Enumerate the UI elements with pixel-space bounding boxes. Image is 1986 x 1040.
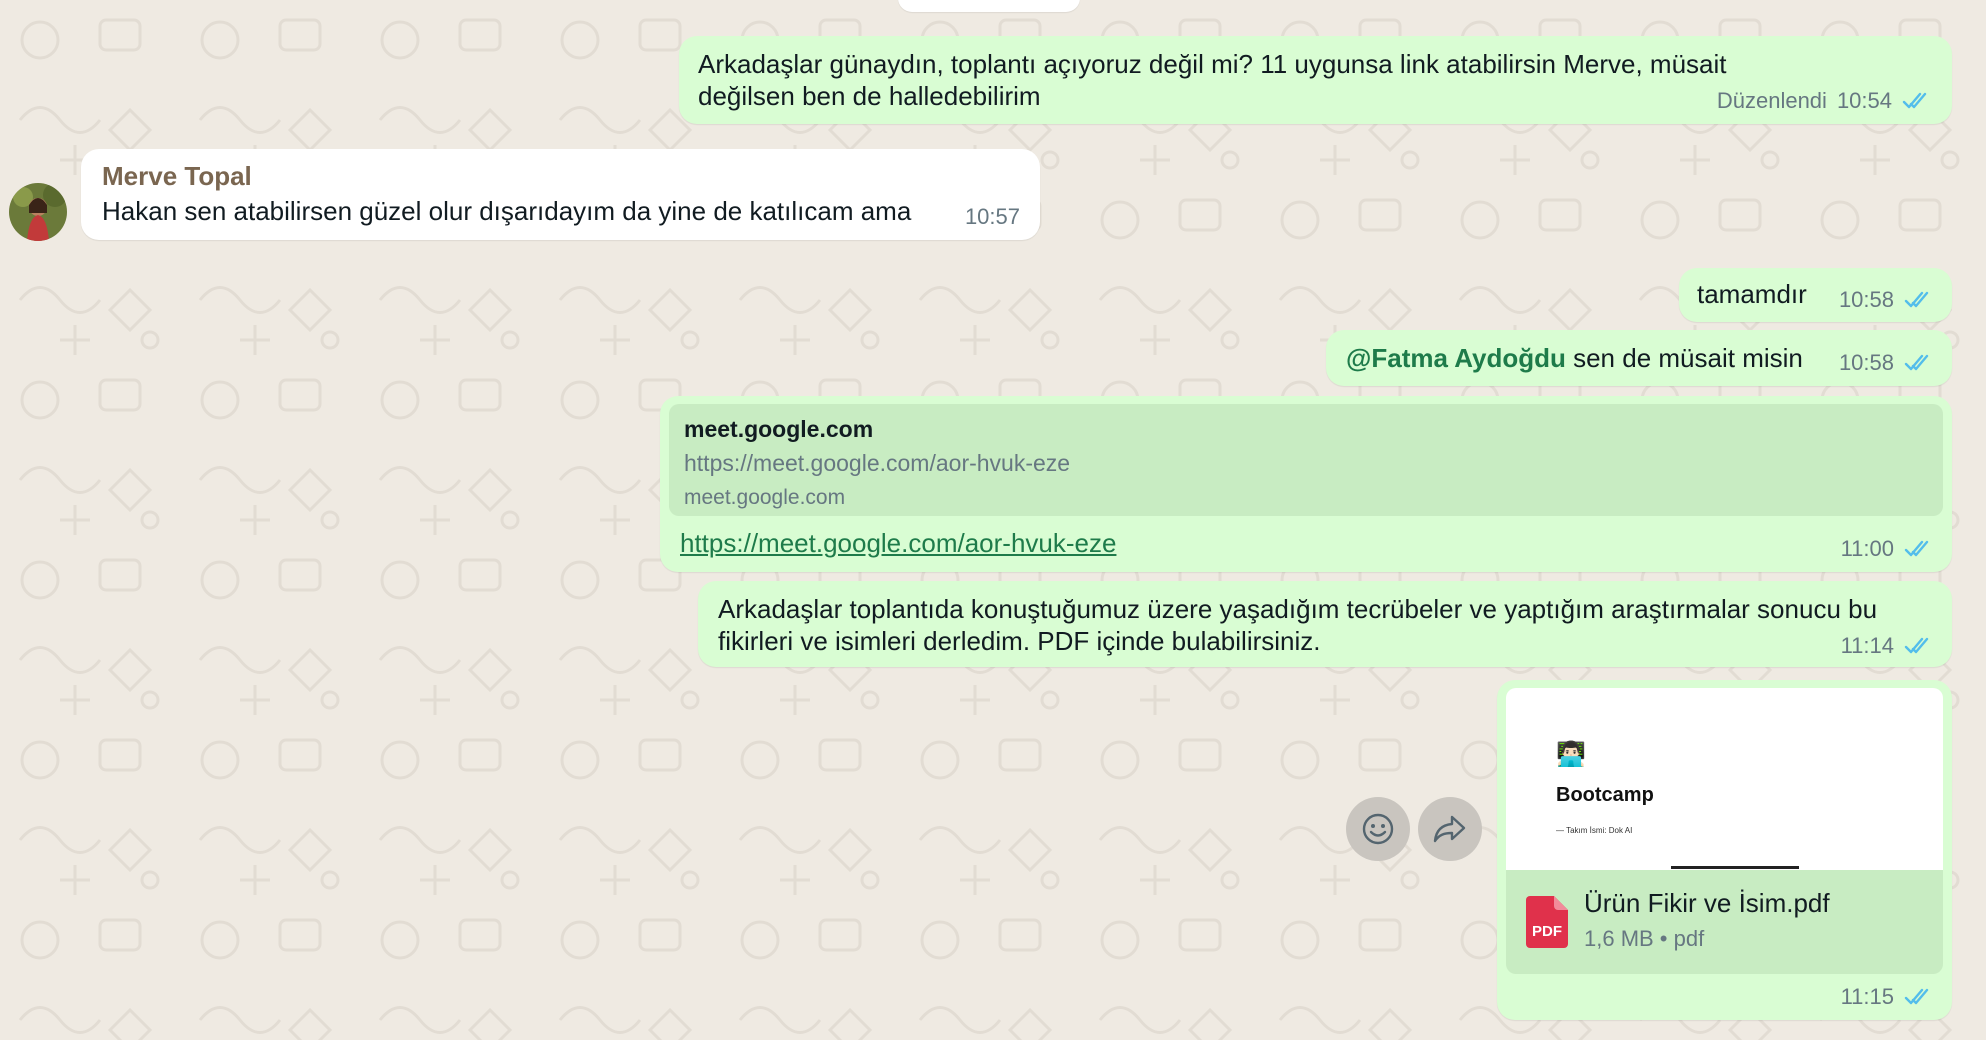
- link-preview-title: meet.google.com: [684, 416, 874, 442]
- message-time: 11:15: [1840, 984, 1894, 1009]
- laptop-person-emoji: 👨🏻‍💻: [1556, 741, 1586, 768]
- react-button[interactable]: [1346, 797, 1410, 861]
- sender-avatar[interactable]: [9, 183, 67, 241]
- document-file-row[interactable]: PDF Ürün Fikir ve İsim.pdf 1,6 MB • pdf: [1506, 870, 1943, 974]
- link-preview[interactable]: meet.google.com https://meet.google.com/…: [669, 404, 1943, 516]
- avatar-image: [9, 183, 67, 241]
- document-preview[interactable]: 👨🏻‍💻 Bootcamp — Takım İsmi: Dok AI: [1506, 688, 1943, 870]
- outgoing-link-message[interactable]: meet.google.com https://meet.google.com/…: [660, 396, 1952, 572]
- outgoing-message[interactable]: tamamdır 10:58: [1679, 268, 1952, 322]
- message-meta: 10:58: [1839, 350, 1934, 376]
- message-time: 10:58: [1838, 287, 1894, 312]
- pdf-icon-label: PDF: [1532, 923, 1562, 940]
- message-link[interactable]: https://meet.google.com/aor-hvuk-eze: [680, 528, 1116, 559]
- sender-name[interactable]: Merve Topal: [102, 161, 252, 192]
- link-preview-url: https://meet.google.com/aor-hvuk-eze: [684, 450, 1071, 476]
- double-check-icon: [1904, 637, 1929, 654]
- edited-label: Düzenlendi: [1716, 88, 1827, 113]
- message-meta: Düzenlendi 10:54: [1717, 88, 1932, 114]
- pdf-file-icon: PDF: [1526, 896, 1568, 948]
- outgoing-message[interactable]: Arkadaşlar toplantıda konuştuğumuz üzere…: [698, 581, 1952, 667]
- outgoing-message[interactable]: Arkadaşlar günaydın, toplantı açıyoruz d…: [679, 36, 1952, 124]
- double-check-icon: [1904, 354, 1929, 371]
- link-preview-domain: meet.google.com: [684, 486, 846, 509]
- message-time: 10:58: [1838, 350, 1894, 375]
- message-text: @Fatma Aydoğdu sen de müsait misin: [1346, 342, 1803, 374]
- document-preview-divider: [1671, 866, 1799, 869]
- message-text: tamamdır: [1697, 279, 1807, 309]
- message-meta: 11:14: [1841, 633, 1934, 659]
- file-meta: 1,6 MB • pdf: [1584, 926, 1705, 951]
- message-text-rest: sen de müsait misin: [1565, 343, 1803, 373]
- message-text: Hakan sen atabilirsen güzel olur dışarıd…: [102, 196, 912, 226]
- double-check-icon: [1904, 540, 1929, 557]
- message-meta: 11:15: [1841, 984, 1934, 1010]
- forward-icon: [1433, 815, 1466, 843]
- outgoing-message[interactable]: @Fatma Aydoğdu sen de müsait misin 10:58: [1326, 330, 1952, 386]
- forward-button[interactable]: [1418, 797, 1482, 861]
- message-meta: 11:00: [1841, 536, 1934, 562]
- emoji-icon: [1362, 813, 1394, 845]
- message-time: 10:57: [964, 204, 1020, 229]
- file-name: Ürün Fikir ve İsim.pdf: [1584, 888, 1830, 918]
- mention-link[interactable]: @Fatma Aydoğdu: [1346, 343, 1566, 373]
- document-subtitle: — Takım İsmi: Dok AI: [1556, 826, 1633, 835]
- document-title: Bootcamp: [1556, 784, 1654, 806]
- message-time: 10:54: [1836, 88, 1892, 113]
- previous-message-edge: [898, 0, 1080, 12]
- message-meta: 10:57: [965, 204, 1020, 230]
- message-meta: 10:58: [1839, 287, 1934, 313]
- outgoing-document-message[interactable]: 👨🏻‍💻 Bootcamp — Takım İsmi: Dok AI PDF Ü…: [1497, 680, 1952, 1020]
- message-time: 11:14: [1840, 633, 1894, 658]
- double-check-icon: [1904, 291, 1929, 308]
- double-check-icon: [1904, 988, 1929, 1005]
- message-time: 11:00: [1840, 536, 1894, 561]
- double-check-icon: [1902, 92, 1927, 109]
- message-text: Arkadaşlar toplantıda konuştuğumuz üzere…: [718, 594, 1878, 656]
- message-text: Arkadaşlar günaydın, toplantı açıyoruz d…: [698, 49, 1727, 111]
- incoming-message[interactable]: Merve Topal Hakan sen atabilirsen güzel …: [81, 149, 1040, 240]
